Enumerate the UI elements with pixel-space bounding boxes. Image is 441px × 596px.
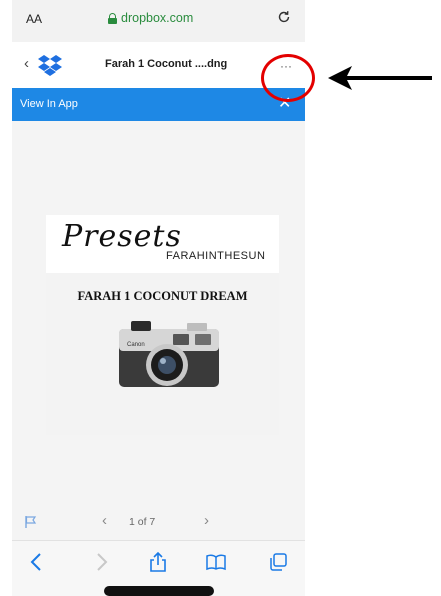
- flag-icon[interactable]: [24, 515, 38, 529]
- url-text: dropbox.com: [121, 11, 194, 25]
- bookmarks-icon[interactable]: [205, 551, 227, 573]
- share-icon[interactable]: [147, 551, 169, 573]
- brand-name: FARAHINTHESUN: [166, 250, 266, 262]
- view-in-app-link[interactable]: View In App: [20, 98, 78, 110]
- lock-icon: [108, 12, 117, 24]
- page-controls: ‹ 1 of 7 ›: [12, 508, 305, 538]
- document-preview: Presets FARAHINTHESUN FARAH 1 COCONUT DR…: [46, 215, 279, 435]
- annotation-circle: [261, 54, 315, 102]
- dropbox-logo-icon[interactable]: [38, 54, 62, 76]
- forward-arrow-icon[interactable]: [90, 551, 112, 573]
- annotation-arrow-icon: [328, 66, 432, 90]
- camera-brand-label: Canon: [127, 342, 145, 348]
- document-header: Presets FARAHINTHESUN: [46, 215, 279, 273]
- camera-image: Canon: [119, 321, 219, 387]
- back-arrow-icon[interactable]: [26, 551, 48, 573]
- back-button[interactable]: ‹: [24, 55, 29, 72]
- next-page-button[interactable]: ›: [204, 512, 209, 529]
- reload-icon[interactable]: [275, 8, 293, 26]
- preset-title: FARAH 1 COCONUT DREAM: [77, 289, 248, 303]
- screen: AA dropbox.com ‹ Farah 1 Coconut ....dng…: [12, 0, 305, 596]
- url-field[interactable]: dropbox.com: [108, 11, 193, 25]
- view-in-app-banner[interactable]: View In App ✕: [12, 88, 305, 121]
- home-indicator: [104, 586, 214, 596]
- previous-page-button[interactable]: ‹: [102, 512, 107, 529]
- phone-frame: AA dropbox.com ‹ Farah 1 Coconut ....dng…: [0, 0, 441, 596]
- page-counter: 1 of 7: [129, 516, 156, 528]
- text-size-button[interactable]: AA: [26, 12, 42, 26]
- tabs-icon[interactable]: [267, 551, 289, 573]
- presets-script-title: Presets: [62, 219, 182, 254]
- address-bar[interactable]: AA dropbox.com: [12, 0, 305, 42]
- file-title: Farah 1 Coconut ....dng: [105, 58, 228, 70]
